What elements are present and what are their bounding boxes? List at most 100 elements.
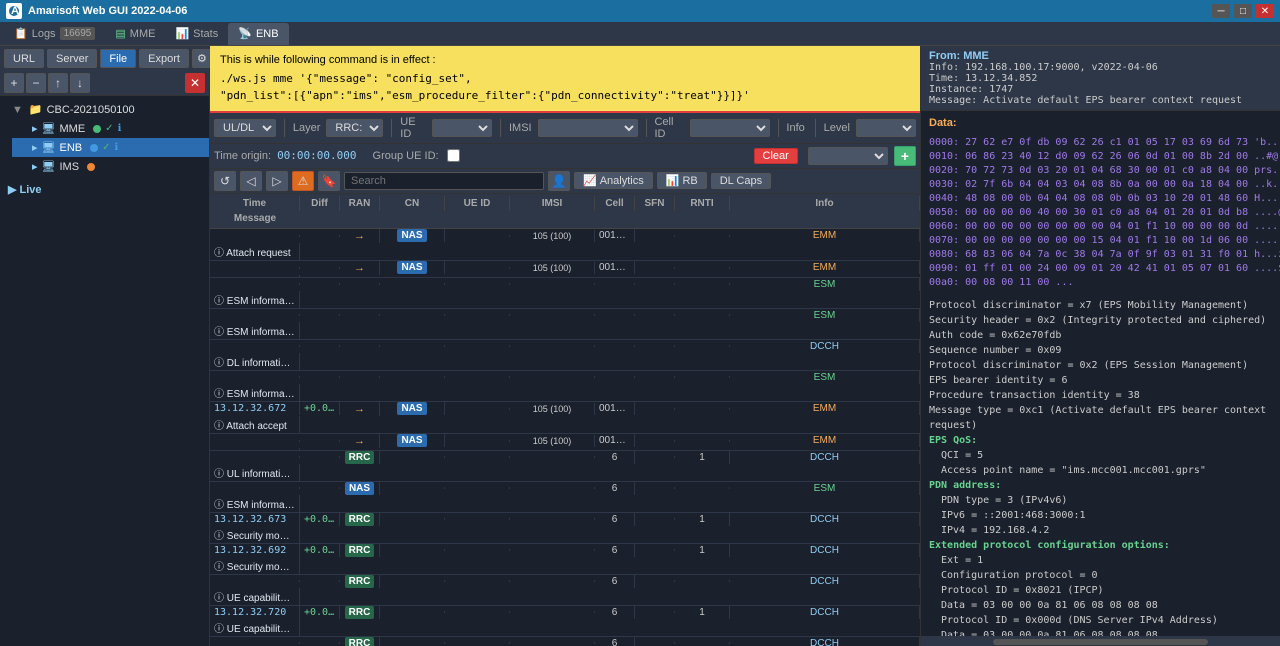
layer-select[interactable]: RRC: bbox=[326, 119, 383, 137]
table-row[interactable]: ESM ⓘ ESM information request bbox=[210, 278, 920, 309]
alert-button[interactable]: ⚠ bbox=[292, 171, 314, 191]
info-line: Info: 192.168.100.17:9000, v2022-04-06 bbox=[929, 62, 1272, 73]
analytics-button[interactable]: 📈 Analytics bbox=[574, 172, 653, 189]
bookmark-button[interactable]: 🔖 bbox=[318, 171, 340, 191]
add-button[interactable]: + bbox=[894, 146, 916, 166]
detail-line: QCI = 5 bbox=[929, 448, 1272, 463]
cell-message: ⓘ ESM information response bbox=[210, 495, 300, 512]
clear-button[interactable]: Clear bbox=[754, 148, 798, 164]
hex-lines: 0000: 27 62 e7 0f db 09 62 26 c1 01 05 1… bbox=[929, 136, 1272, 290]
close-button[interactable]: ✕ bbox=[1256, 4, 1274, 18]
table-row[interactable]: → NAS 105 (100) 001010123456789 EMM ⓘ At… bbox=[210, 229, 920, 261]
cell-message: ⓘ Security mode complete bbox=[210, 557, 300, 574]
cell-cn bbox=[380, 456, 445, 458]
tree-node-cbc[interactable]: ▼ 📁 CBC-2021050100 bbox=[0, 100, 209, 119]
server-button[interactable]: Server bbox=[47, 49, 97, 68]
cell-ran: → bbox=[340, 229, 380, 243]
cell-info: DCCH bbox=[730, 544, 920, 557]
cell-time bbox=[210, 376, 300, 378]
cell-diff: +0.019 bbox=[300, 544, 340, 557]
sidebar-close-button[interactable]: ✕ bbox=[185, 73, 205, 93]
right-panel-scrollbar[interactable] bbox=[921, 636, 1280, 646]
table-row[interactable]: DCCH ⓘ DL information transfer bbox=[210, 340, 920, 371]
search-input[interactable] bbox=[344, 172, 544, 190]
dl-caps-button[interactable]: DL Caps bbox=[711, 173, 771, 189]
action-select[interactable] bbox=[808, 147, 888, 165]
cell-cn bbox=[380, 518, 445, 520]
cell-sfn bbox=[635, 408, 675, 410]
level-select[interactable] bbox=[856, 119, 916, 137]
table-row[interactable]: → NAS 105 (100) 001010123456789 EMM bbox=[210, 434, 920, 451]
tree-node-enb[interactable]: ▸ 🖥 ENB ✓ ℹ bbox=[12, 138, 209, 157]
back-button[interactable]: ◁ bbox=[240, 171, 262, 191]
sidebar-remove-button[interactable]: − bbox=[26, 73, 46, 93]
ims-tree-label: IMS bbox=[60, 161, 80, 173]
imsi-select[interactable] bbox=[538, 119, 638, 137]
cell-sfn bbox=[635, 456, 675, 458]
cell-cell: 001010123456789 bbox=[595, 261, 635, 274]
cell-id-select[interactable] bbox=[690, 119, 770, 137]
cell-rnti: 1 bbox=[675, 544, 730, 557]
col-info: Info bbox=[730, 196, 920, 211]
hex-line: 0000: 27 62 e7 0f db 09 62 26 c1 01 05 1… bbox=[929, 136, 1272, 150]
table-row[interactable]: 13.12.32.720 +0.028 RRC 6 1 DCCH ⓘ UE ca… bbox=[210, 606, 920, 637]
mme-check: ✓ bbox=[105, 123, 113, 134]
cell-message: ⓘ DL information transfer bbox=[210, 353, 300, 370]
col-ran: RAN bbox=[340, 196, 380, 211]
rb-button[interactable]: 📊 RB bbox=[657, 172, 707, 189]
cell-cn bbox=[380, 642, 445, 644]
tab-stats[interactable]: 📊 Stats bbox=[165, 23, 228, 45]
cell-message: ⓘ UE capability enquiry bbox=[210, 588, 300, 605]
sidebar-down-button[interactable]: ↓ bbox=[70, 73, 90, 93]
cell-cn bbox=[380, 487, 445, 489]
table-row[interactable]: 13.12.32.673 +0.001 RRC 6 1 DCCH ⓘ Secur… bbox=[210, 513, 920, 544]
table-row[interactable]: RRC 6 1 DCCH ⓘ UL information transfer bbox=[210, 451, 920, 482]
cell-time: 13.12.32.673 bbox=[210, 513, 300, 526]
separator5 bbox=[778, 119, 779, 137]
tree-node-ims[interactable]: ▸ 🖥 IMS bbox=[12, 157, 209, 176]
cell-message: ⓘ Security mode command bbox=[210, 526, 300, 543]
file-button[interactable]: File bbox=[100, 49, 136, 68]
export-button[interactable]: Export bbox=[139, 49, 189, 68]
mme-tree-icon: ▸ bbox=[32, 122, 38, 135]
refresh-button[interactable]: ↺ bbox=[214, 171, 236, 191]
ue-id-select[interactable] bbox=[432, 119, 492, 137]
sidebar-add-button[interactable]: + bbox=[4, 73, 24, 93]
separator1 bbox=[284, 119, 285, 137]
person-icon-btn[interactable]: 👤 bbox=[548, 171, 570, 191]
cell-cell: 6 bbox=[595, 513, 635, 526]
table-row[interactable]: → NAS 105 (100) 001010123456789 EMM bbox=[210, 261, 920, 278]
cell-sfn bbox=[635, 283, 675, 285]
table-row[interactable]: ESM ⓘ ESM information response bbox=[210, 371, 920, 402]
table-row[interactable]: RRC 6 DCCH ⓘ UE capability enquiry bbox=[210, 575, 920, 606]
detail-line: IPv6 = ::2001:468:3000:1 bbox=[929, 508, 1272, 523]
table-row[interactable]: RRC 6 DCCH ⓘ EUTRA band combinations bbox=[210, 637, 920, 646]
cell-diff bbox=[300, 283, 340, 285]
group-ue-checkbox[interactable] bbox=[447, 149, 460, 162]
svg-text:A: A bbox=[11, 5, 19, 17]
separator3 bbox=[500, 119, 501, 137]
settings-button[interactable]: ⚙ bbox=[192, 49, 212, 68]
maximize-button[interactable]: □ bbox=[1234, 4, 1252, 18]
toolbar-row1: UL/DL Layer RRC: UE ID IMSI Cell ID I bbox=[210, 113, 920, 144]
tab-mme[interactable]: ▤ MME bbox=[105, 23, 165, 45]
mode-select[interactable]: UL/DL bbox=[214, 119, 276, 137]
forward-button[interactable]: ▷ bbox=[266, 171, 288, 191]
cell-info: DCCH bbox=[730, 637, 920, 646]
table-row[interactable]: 13.12.32.692 +0.019 RRC 6 1 DCCH ⓘ Secur… bbox=[210, 544, 920, 575]
search-row: ↺ ◁ ▷ ⚠ 🔖 👤 📈 Analytics 📊 RB DL Caps bbox=[210, 169, 920, 194]
cell-rnti bbox=[675, 487, 730, 489]
sidebar-up-button[interactable]: ↑ bbox=[48, 73, 68, 93]
tab-logs[interactable]: 📋 Logs 16695 bbox=[4, 23, 105, 45]
cell-time bbox=[210, 456, 300, 458]
cell-time bbox=[210, 345, 300, 347]
table-row[interactable]: 13.12.32.672 +0.031 → NAS 105 (100) 0010… bbox=[210, 402, 920, 434]
sidebar-controls: + − ↑ ↓ ✕ bbox=[0, 71, 209, 96]
minimize-button[interactable]: ─ bbox=[1212, 4, 1230, 18]
tree-node-mme[interactable]: ▸ 🖥 MME ✓ ℹ bbox=[12, 119, 209, 138]
table-row[interactable]: ESM ⓘ ESM information response bbox=[210, 309, 920, 340]
tab-enb[interactable]: 📡 ENB bbox=[228, 23, 288, 45]
cell-rnti bbox=[675, 642, 730, 644]
url-button[interactable]: URL bbox=[4, 49, 44, 68]
table-row[interactable]: NAS 6 ESM ⓘ ESM information response bbox=[210, 482, 920, 513]
